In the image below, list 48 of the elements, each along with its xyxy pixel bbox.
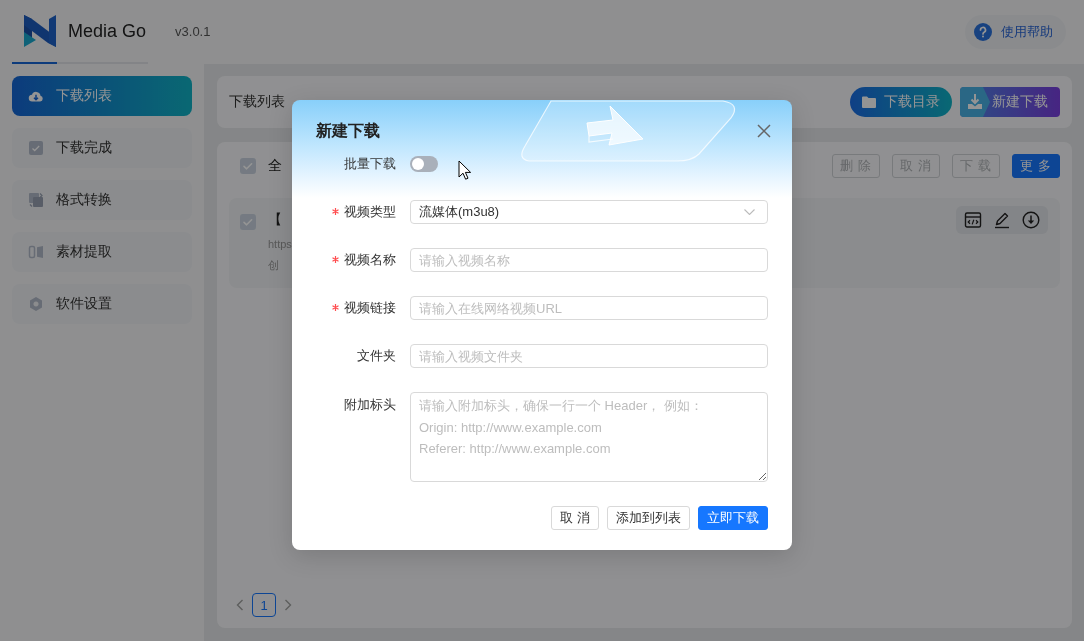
field-label: 批量下载 [344, 155, 396, 173]
item-title: 【 [268, 211, 282, 229]
chevron-right-icon[interactable] [284, 599, 292, 611]
mouse-cursor-icon [458, 160, 471, 181]
sidebar-item[interactable]: 下载完成 [12, 128, 192, 168]
download-circle-icon[interactable] [1022, 211, 1040, 229]
overlapping-squares-icon [28, 192, 44, 208]
checkbox[interactable] [240, 158, 256, 174]
close-icon[interactable] [757, 124, 771, 138]
split-rectangle-icon [28, 244, 44, 260]
new-download-button[interactable]: 新建下载 [960, 87, 1060, 117]
app-name: Media Go [68, 20, 147, 42]
sidebar-item[interactable]: 格式转换 [12, 180, 192, 220]
add-to-list-button[interactable]: 添加到列表 [607, 506, 690, 530]
sidebar-item[interactable]: 素材提取 [12, 232, 192, 272]
code-window-icon[interactable] [964, 211, 982, 229]
logo-icon [24, 15, 56, 47]
field-label: 视频链接 [344, 299, 396, 317]
download-folder-button[interactable]: 下载目录 [850, 87, 952, 117]
version-label: v3.0.1 [175, 23, 211, 39]
select-field[interactable]: 流媒体(m3u8) [410, 200, 768, 224]
help-icon [974, 23, 992, 41]
select-all-label: 全 [268, 157, 282, 175]
field-label: 视频类型 [344, 203, 396, 221]
pen-icon[interactable] [993, 211, 1011, 229]
download-tray-icon [960, 87, 990, 117]
chevron-left-icon[interactable] [236, 599, 244, 611]
text-input-field[interactable]: 请输入视频名称 [410, 248, 768, 272]
download-now-button[interactable]: 立即下载 [698, 506, 768, 530]
toggle-switch[interactable] [410, 156, 438, 172]
field-label: 附加标头 [344, 396, 396, 414]
folder-icon [862, 96, 876, 108]
checkbox[interactable] [240, 214, 256, 230]
page-number-button[interactable]: 1 [252, 593, 276, 617]
dialog-title: 新建下载 [316, 120, 380, 141]
sidebar-item[interactable]: 下载列表 [12, 76, 192, 116]
check-square-icon [28, 140, 44, 156]
sidebar-item[interactable]: 软件设置 [12, 284, 192, 324]
field-label: 文件夹 [357, 347, 396, 365]
page-title: 下载列表 [229, 93, 285, 111]
field-label: 视频名称 [344, 251, 396, 269]
text-input-field[interactable]: 请输入视频文件夹 [410, 344, 768, 368]
help-button[interactable]: 使用帮助 [965, 15, 1066, 49]
chevron-down-icon [744, 209, 755, 215]
cancel-button[interactable]: 取 消 [551, 506, 599, 530]
hexagon-icon [28, 296, 44, 312]
text-input-field[interactable]: 请输入在线网络视频URL [410, 296, 768, 320]
more-button[interactable]: 更 多 [1012, 154, 1060, 178]
